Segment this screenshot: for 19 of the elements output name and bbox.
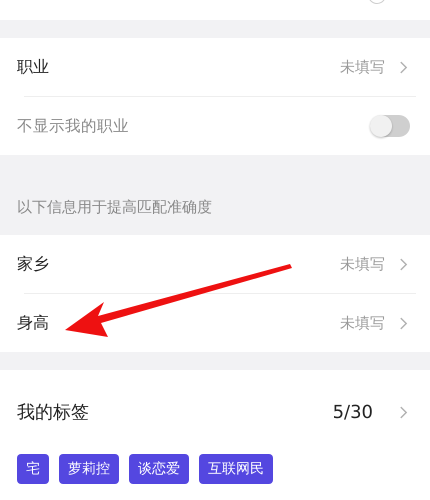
row-value: 未填写: [340, 314, 385, 332]
section-title: 我的标签: [17, 401, 90, 424]
tag-count: 5/30: [332, 402, 373, 422]
chevron-right-icon[interactable]: [399, 316, 408, 330]
row-label: 家乡: [17, 254, 50, 274]
tag-chip[interactable]: 萝莉控: [59, 454, 119, 484]
section-caption: 以下信息用于提高匹配准确度: [17, 198, 212, 216]
row-value: 未填写: [340, 58, 385, 76]
row-label: 不显示我的职业: [17, 116, 130, 136]
toggle-switch[interactable]: [370, 115, 410, 137]
chevron-right-icon[interactable]: [399, 60, 408, 74]
row-label: 身高: [17, 312, 50, 334]
tag-chip[interactable]: 谈恋爱: [129, 454, 189, 484]
chevron-right-icon[interactable]: [399, 404, 408, 420]
chevron-right-icon[interactable]: [399, 256, 408, 272]
row-value: 未填写: [340, 254, 385, 274]
tag-chip[interactable]: 宅: [17, 454, 49, 484]
row-label: 职业: [17, 56, 50, 78]
tag-chip[interactable]: 互联网民: [199, 454, 273, 484]
